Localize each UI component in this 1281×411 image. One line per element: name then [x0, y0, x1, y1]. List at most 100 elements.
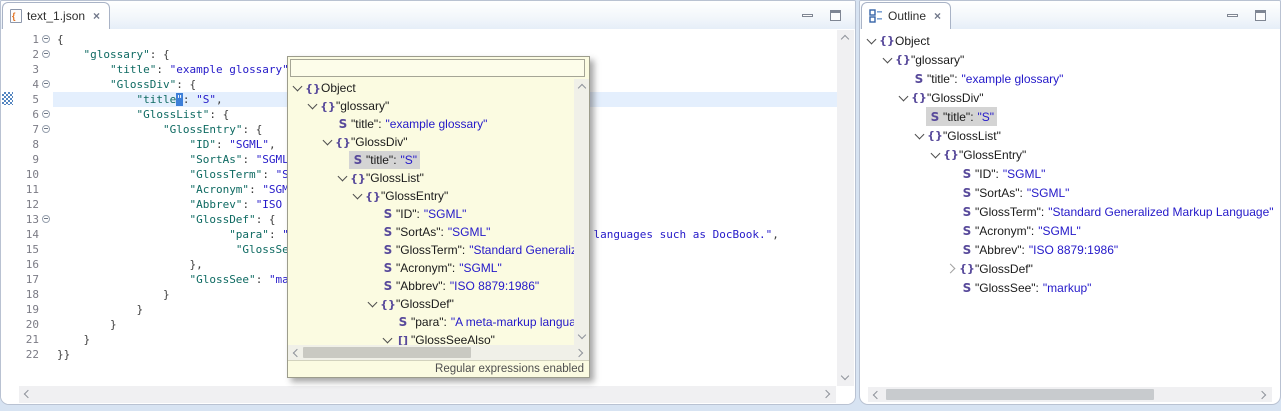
tree-item[interactable]: S"SortAs":"SGML"	[288, 223, 574, 241]
outline-header: Outline ×	[860, 1, 1280, 29]
tree-item[interactable]: S"GlossTerm":"Standard Generalized Marku…	[288, 241, 574, 259]
string-icon: S	[959, 205, 975, 219]
tree-item-value: "SGML"	[459, 261, 502, 275]
outline-maximize-button[interactable]	[1252, 8, 1268, 22]
chevron-expanded-icon[interactable]	[382, 334, 394, 345]
tab-close-icon[interactable]: ×	[90, 10, 100, 22]
tree-item[interactable]: S"title":"S"	[288, 151, 574, 169]
chevron-expanded-icon[interactable]	[367, 298, 379, 310]
scroll-right-icon[interactable]	[1259, 390, 1269, 400]
string-icon: S	[350, 153, 366, 167]
chevron-expanded-icon[interactable]	[307, 100, 319, 112]
tree-item[interactable]: {}"GlossEntry"	[860, 145, 1278, 164]
chevron-collapsed-icon[interactable]	[946, 263, 958, 275]
chevron-expanded-icon[interactable]	[898, 92, 910, 104]
chevron-expanded-icon[interactable]	[866, 35, 878, 47]
outline-close-icon[interactable]: ×	[931, 10, 941, 22]
quick-outline-popup: {}Object{}"glossary"S"title":"example gl…	[287, 56, 590, 378]
json-brace-glyph: {	[12, 10, 16, 22]
editor-vertical-scrollbar[interactable]	[837, 30, 854, 386]
chevron-expanded-icon[interactable]	[930, 149, 942, 161]
scroll-right-icon[interactable]	[576, 348, 586, 358]
tree-item[interactable]: {}Object	[860, 31, 1278, 50]
scroll-right-icon[interactable]	[823, 389, 833, 399]
line-number: 2	[14, 47, 53, 62]
tree-item[interactable]: S"para":"A meta-markup language, used to…	[288, 313, 574, 331]
scroll-down-icon[interactable]	[840, 373, 850, 383]
scroll-down-icon[interactable]	[577, 332, 587, 342]
scroll-up-icon[interactable]	[840, 33, 850, 43]
scroll-up-icon[interactable]	[577, 82, 587, 92]
editor-horizontal-scrollbar[interactable]	[19, 386, 836, 403]
string-icon: S	[911, 72, 927, 86]
editor-maximize-button[interactable]	[827, 8, 843, 22]
scroll-left-icon[interactable]	[871, 390, 881, 400]
line-number: 17	[14, 272, 53, 287]
quick-outline-filter-input[interactable]	[290, 59, 585, 77]
tree-item[interactable]: {}"GlossDiv"	[288, 133, 574, 151]
fold-collapse-icon[interactable]	[39, 107, 53, 122]
chevron-spacer	[898, 73, 910, 85]
tree-item-value: "SGML"	[448, 225, 491, 239]
object-icon: {}	[895, 53, 911, 66]
fold-collapse-icon[interactable]	[39, 47, 53, 62]
tree-item[interactable]: S"Acronym":"SGML"	[288, 259, 574, 277]
popup-vertical-scrollbar[interactable]	[574, 79, 589, 345]
tree-item-label: "Acronym":	[396, 261, 455, 275]
chevron-expanded-icon[interactable]	[322, 136, 334, 148]
scrollbar-thumb[interactable]	[303, 347, 471, 358]
chevron-expanded-icon[interactable]	[352, 190, 364, 202]
tree-item[interactable]: []"GlossSeeAlso"	[288, 331, 574, 345]
editor-minimize-button[interactable]	[799, 8, 815, 22]
tree-item[interactable]: S"Abbrev":"ISO 8879:1986"	[288, 277, 574, 295]
chevron-expanded-icon[interactable]	[337, 172, 349, 184]
chevron-expanded-icon[interactable]	[292, 82, 304, 94]
tree-item-content: S"SortAs":"SGML"	[958, 183, 1072, 202]
tree-item[interactable]: S"GlossSee":"markup"	[860, 278, 1278, 297]
editor-tab[interactable]: { text_1.json ×	[2, 2, 110, 29]
tree-item[interactable]: S"title":"example glossary"	[860, 69, 1278, 88]
scroll-left-icon[interactable]	[22, 389, 32, 399]
string-icon: S	[395, 315, 411, 329]
tree-item[interactable]: {}"GlossDef"	[288, 295, 574, 313]
tree-item[interactable]: S"SortAs":"SGML"	[860, 183, 1278, 202]
tree-item-content: S"Abbrev":"ISO 8879:1986"	[379, 277, 542, 295]
fold-spacer	[39, 302, 53, 317]
tree-item[interactable]: S"GlossTerm":"Standard Generalized Marku…	[860, 202, 1278, 221]
line-number: 18	[14, 287, 53, 302]
tree-item[interactable]: {}"glossary"	[288, 97, 574, 115]
tree-item[interactable]: S"ID":"SGML"	[288, 205, 574, 223]
tree-item-value: "Standard Generalized Markup Language"	[469, 243, 574, 257]
tree-item[interactable]: S"title":"S"	[860, 107, 1278, 126]
fold-collapse-icon[interactable]	[39, 32, 53, 47]
string-icon: S	[380, 243, 396, 257]
tree-item[interactable]: S"Acronym":"SGML"	[860, 221, 1278, 240]
tree-item[interactable]: {}"GlossDiv"	[860, 88, 1278, 107]
scroll-left-icon[interactable]	[291, 348, 301, 358]
tree-item[interactable]: {}"glossary"	[860, 50, 1278, 69]
tree-item[interactable]: {}"GlossEntry"	[288, 187, 574, 205]
tree-item[interactable]: {}"GlossList"	[860, 126, 1278, 145]
chevron-expanded-icon[interactable]	[914, 130, 926, 142]
chevron-spacer	[946, 168, 958, 180]
tree-item[interactable]: {}Object	[288, 79, 574, 97]
chevron-spacer	[946, 187, 958, 199]
fold-collapse-icon[interactable]	[39, 122, 53, 137]
outline-minimize-button[interactable]	[1224, 8, 1240, 22]
popup-horizontal-scrollbar[interactable]	[288, 345, 589, 360]
outline-horizontal-scrollbar[interactable]	[868, 387, 1272, 402]
code-line[interactable]: {	[53, 32, 837, 47]
outline-view-tab[interactable]: Outline ×	[861, 2, 951, 29]
fold-collapse-icon[interactable]	[39, 212, 53, 227]
tree-item[interactable]: S"Abbrev":"ISO 8879:1986"	[860, 240, 1278, 259]
tree-item[interactable]: S"ID":"SGML"	[860, 164, 1278, 183]
object-icon: {}	[879, 34, 895, 47]
tree-item[interactable]: S"title":"example glossary"	[288, 115, 574, 133]
object-icon: {}	[927, 129, 943, 142]
tree-item[interactable]: {}"GlossDef"	[860, 259, 1278, 278]
scrollbar-thumb[interactable]	[886, 389, 1154, 400]
tree-item[interactable]: {}"GlossList"	[288, 169, 574, 187]
line-number: 7	[14, 122, 53, 137]
chevron-expanded-icon[interactable]	[882, 54, 894, 66]
fold-collapse-icon[interactable]	[39, 77, 53, 92]
